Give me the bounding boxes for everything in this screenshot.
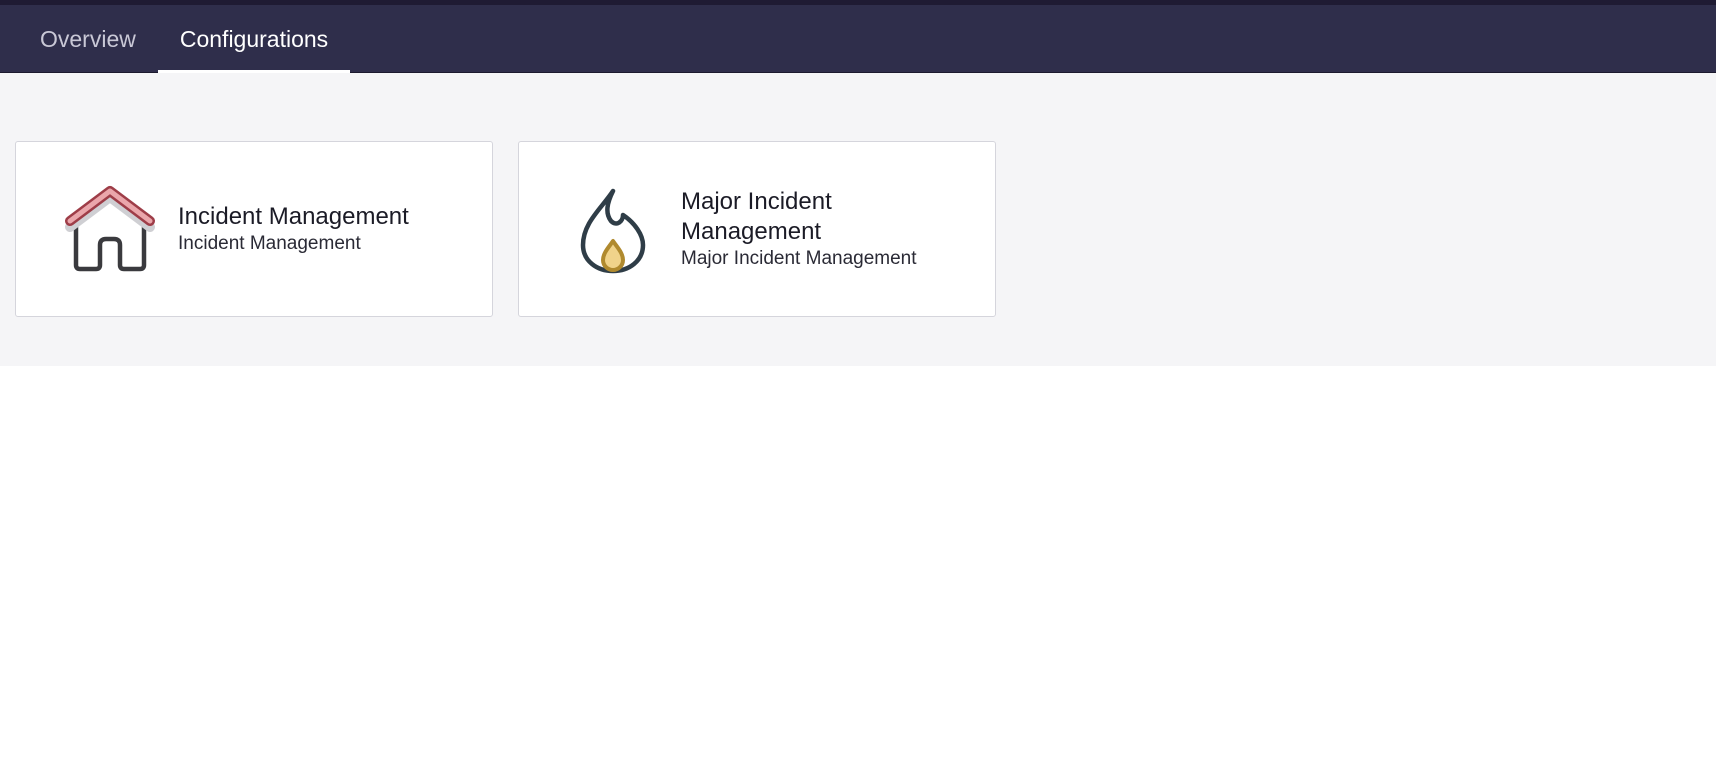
card-title: Incident Management <box>178 203 409 230</box>
tab-overview[interactable]: Overview <box>18 5 158 73</box>
flame-icon <box>561 177 665 281</box>
card-subtitle: Incident Management <box>178 233 361 254</box>
card-subtitle: Major Incident Management <box>681 248 917 269</box>
card-list: Incident Management Incident Management … <box>15 141 996 317</box>
configurations-panel: Incident Management Incident Management … <box>0 73 1716 366</box>
card-title: Major Incident Management <box>681 188 832 245</box>
card-text: Major Incident Management Major Incident… <box>681 187 951 271</box>
incident-management-card[interactable]: Incident Management Incident Management <box>15 141 493 317</box>
major-incident-management-card[interactable]: Major Incident Management Major Incident… <box>518 141 996 317</box>
tab-configurations[interactable]: Configurations <box>157 5 351 73</box>
home-icon <box>58 177 162 281</box>
tab-bar: Overview Configurations <box>0 5 1716 73</box>
card-text: Incident Management Incident Management <box>178 202 448 256</box>
